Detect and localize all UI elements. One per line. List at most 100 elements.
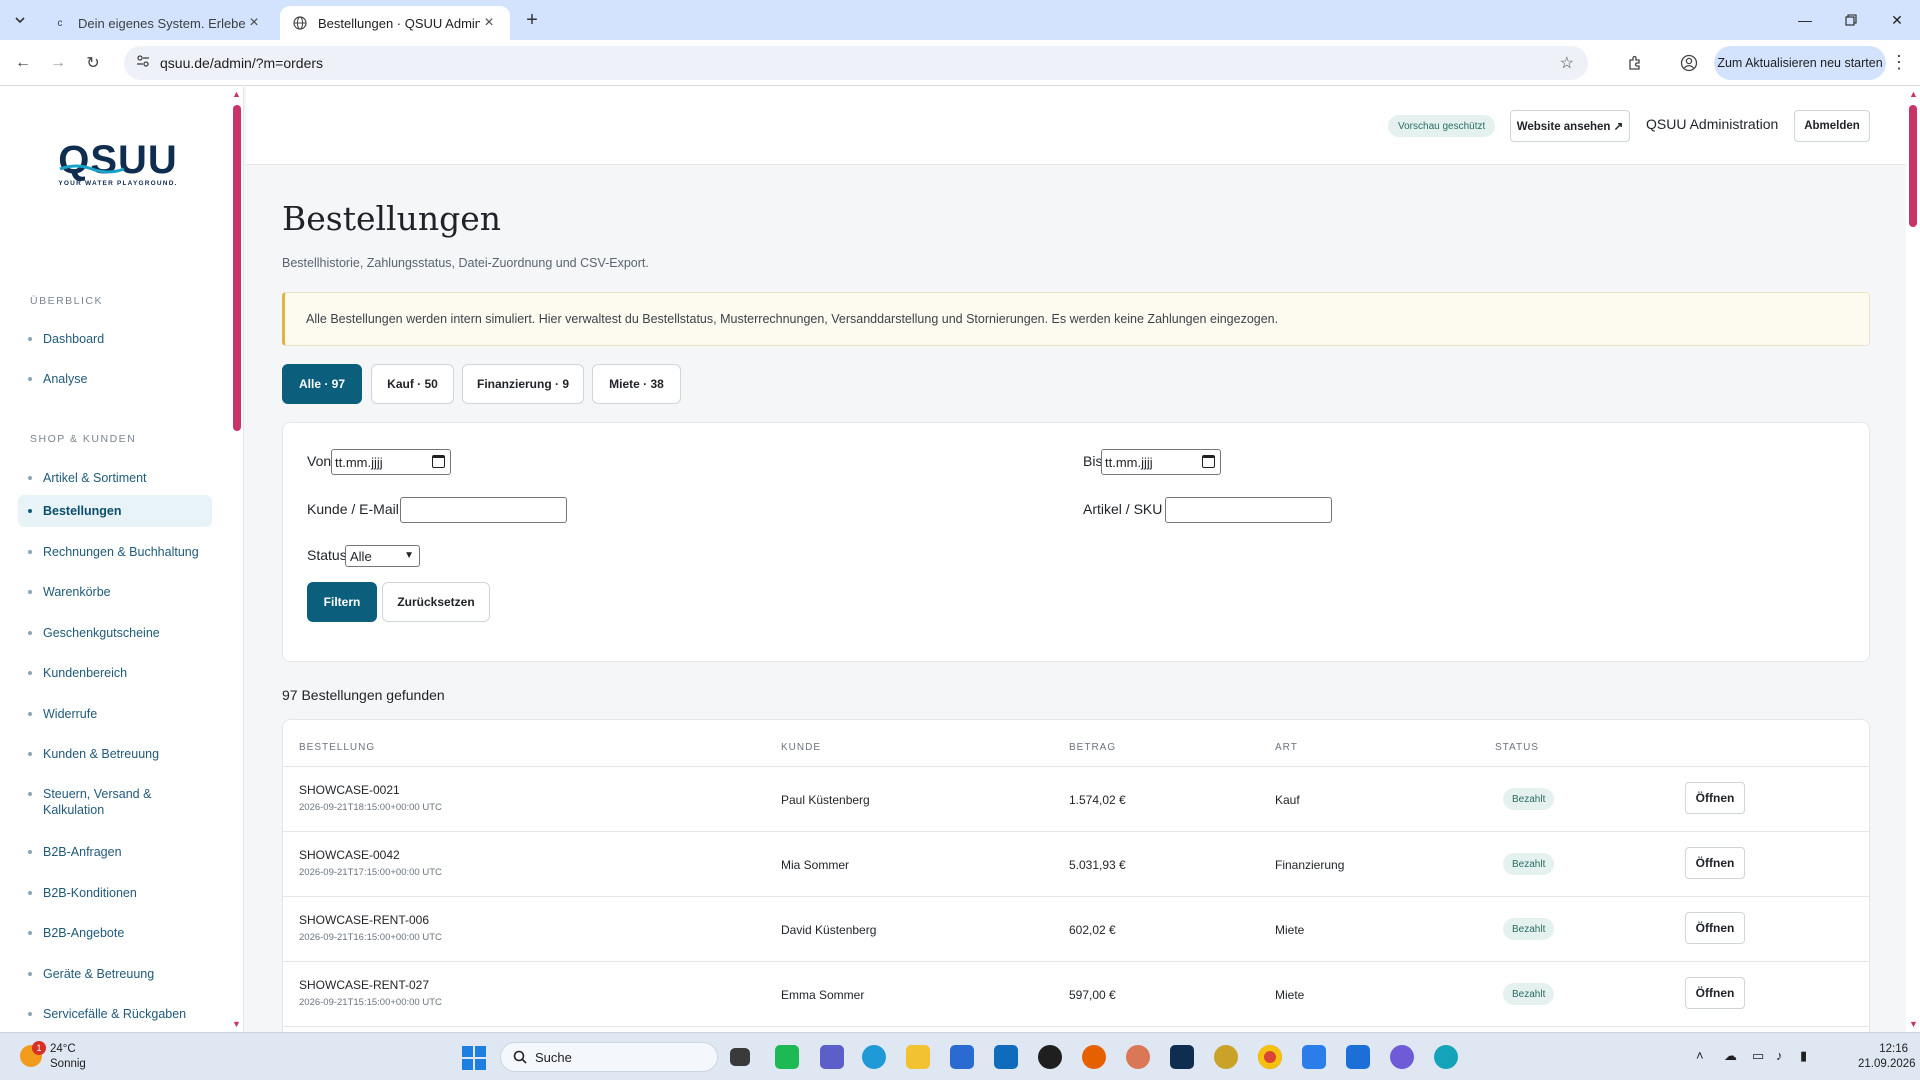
- notepad-icon[interactable]: [1302, 1045, 1326, 1069]
- back-arrow-icon[interactable]: ←: [10, 50, 36, 76]
- site-settings-icon[interactable]: [136, 54, 150, 73]
- firefox-icon[interactable]: [1082, 1045, 1106, 1069]
- order-type: Finanzierung: [1275, 858, 1345, 872]
- address-bar[interactable]: qsuu.de/admin/?m=orders ☆: [124, 46, 1588, 80]
- table-row[interactable]: SHOWCASE-RENT-006 2026-09-21T16:15:00+00…: [283, 897, 1869, 962]
- tab-miete[interactable]: Miete · 38: [592, 364, 681, 404]
- sidebar-item-dashboard[interactable]: Dashboard: [18, 323, 212, 355]
- update-restart-button[interactable]: Zum Aktualisieren neu starten: [1714, 46, 1886, 80]
- weather-temperature[interactable]: 24°C: [50, 1043, 76, 1055]
- dell-icon[interactable]: [1038, 1045, 1062, 1069]
- weather-description[interactable]: Sonnig: [50, 1058, 86, 1070]
- claude-icon[interactable]: [1126, 1045, 1150, 1069]
- status-select[interactable]: Alle ▼: [345, 545, 420, 567]
- close-icon[interactable]: ×: [245, 14, 263, 32]
- column-header-amount[interactable]: BETRAG: [1069, 742, 1116, 753]
- customer-email-input[interactable]: [400, 497, 567, 523]
- scroll-down-arrow[interactable]: ▼: [1909, 1019, 1918, 1029]
- page-scrollbar-track[interactable]: [1906, 87, 1920, 1032]
- sidebar-item-analyse[interactable]: Analyse: [18, 363, 212, 395]
- scroll-down-arrow[interactable]: ▼: [232, 1019, 241, 1029]
- taskbar-search[interactable]: Suche: [500, 1042, 718, 1072]
- onedrive-icon[interactable]: ☁: [1724, 1048, 1737, 1064]
- tray-chevron-icon[interactable]: ˄: [1696, 1048, 1704, 1063]
- store-icon[interactable]: [950, 1045, 974, 1069]
- page-scrollbar[interactable]: [1909, 105, 1917, 227]
- task-view-icon[interactable]: [730, 1048, 750, 1066]
- logout-button[interactable]: Abmelden: [1794, 110, 1870, 142]
- browser-tab-2[interactable]: Bestellungen · QSUU Admin ×: [280, 6, 510, 40]
- sidebar-scrollbar[interactable]: [233, 105, 241, 431]
- sidebar-item-kunden[interactable]: Kunden & Betreuung: [18, 738, 212, 770]
- column-header-order[interactable]: BESTELLUNG: [299, 742, 375, 753]
- app-teal-icon[interactable]: [1434, 1045, 1458, 1069]
- chrome-icon[interactable]: [1258, 1045, 1282, 1069]
- table-row[interactable]: SHOWCASE-0021 2026-09-21T18:15:00+00:00 …: [283, 767, 1869, 832]
- sidebar-item-b2b-anfragen[interactable]: B2B-Anfragen: [18, 836, 212, 868]
- browser-tab-1[interactable]: c Dein eigenes System. Erlebe, was ×: [40, 6, 275, 40]
- sidebar-item-bestellungen[interactable]: Bestellungen: [18, 495, 212, 527]
- open-order-button[interactable]: Öffnen: [1685, 912, 1745, 944]
- open-order-button[interactable]: Öffnen: [1685, 977, 1745, 1009]
- app-dark-icon[interactable]: [1170, 1045, 1194, 1069]
- view-website-button[interactable]: Website ansehen ↗: [1510, 110, 1630, 142]
- file-explorer-icon[interactable]: [906, 1045, 930, 1069]
- reset-button[interactable]: Zurücksetzen: [382, 582, 490, 622]
- sidebar-item-artikel[interactable]: Artikel & Sortiment: [18, 462, 212, 494]
- sidebar-item-servicefaelle[interactable]: Servicefälle & Rückgaben: [18, 998, 212, 1030]
- scroll-up-arrow[interactable]: ▲: [1909, 89, 1918, 99]
- sidebar-item-b2b-konditionen[interactable]: B2B-Konditionen: [18, 877, 212, 909]
- sidebar-item-gutscheine[interactable]: Geschenkgutscheine: [18, 617, 212, 649]
- sidebar-item-steuern[interactable]: Steuern, Versand & Kalkulation: [18, 778, 212, 826]
- extensions-icon[interactable]: [1622, 50, 1648, 76]
- column-header-customer[interactable]: KUNDE: [781, 742, 821, 753]
- sidebar-item-rechnungen[interactable]: Rechnungen & Buchhaltung: [18, 536, 212, 568]
- admin-page: QSUU YOUR WATER PLAYGROUND. ÜBERBLICK Da…: [0, 87, 1920, 1032]
- teams-icon[interactable]: [820, 1045, 844, 1069]
- column-header-type[interactable]: ART: [1275, 742, 1298, 753]
- reload-icon[interactable]: ↻: [80, 50, 106, 76]
- calendar-icon[interactable]: [432, 455, 445, 468]
- open-order-button[interactable]: Öffnen: [1685, 847, 1745, 879]
- tab-kauf[interactable]: Kauf · 50: [371, 364, 454, 404]
- minimize-icon[interactable]: —: [1782, 0, 1828, 40]
- battery-icon[interactable]: ▮: [1800, 1048, 1807, 1064]
- sidebar-item-geraete[interactable]: Geräte & Betreuung: [18, 958, 212, 990]
- tab-finanzierung[interactable]: Finanzierung · 9: [462, 364, 584, 404]
- display-icon[interactable]: ▭: [1752, 1048, 1764, 1064]
- more-menu-icon[interactable]: ⋮: [1890, 52, 1908, 73]
- to-date-input[interactable]: tt.mm.jjjj: [1101, 449, 1221, 475]
- sidebar-item-widerrufe[interactable]: Widerrufe: [18, 698, 212, 730]
- copilot-icon[interactable]: [1390, 1045, 1414, 1069]
- tab-search-button[interactable]: [8, 8, 32, 32]
- system-clock[interactable]: 12:16 21.09.2026: [1858, 1042, 1916, 1072]
- new-tab-button[interactable]: +: [520, 8, 544, 32]
- column-header-status[interactable]: STATUS: [1495, 742, 1539, 753]
- profile-icon[interactable]: [1676, 50, 1702, 76]
- calendar-icon[interactable]: [1202, 455, 1215, 468]
- table-row[interactable]: SHOWCASE-RENT-027 2026-09-21T15:15:00+00…: [283, 962, 1869, 1027]
- article-sku-input[interactable]: [1165, 497, 1332, 523]
- windows-start-icon[interactable]: [462, 1046, 486, 1070]
- qsuu-logo[interactable]: QSUU YOUR WATER PLAYGROUND.: [46, 138, 191, 189]
- outlook-icon[interactable]: [994, 1045, 1018, 1069]
- filter-button[interactable]: Filtern: [307, 582, 377, 622]
- table-row[interactable]: SHOWCASE-0042 2026-09-21T17:15:00+00:00 …: [283, 832, 1869, 897]
- edge-icon[interactable]: [862, 1045, 886, 1069]
- scroll-up-arrow[interactable]: ▲: [232, 89, 241, 99]
- close-window-icon[interactable]: ✕: [1874, 0, 1920, 40]
- open-order-button[interactable]: Öffnen: [1685, 782, 1745, 814]
- sidebar-item-b2b-angebote[interactable]: B2B-Angebote: [18, 917, 212, 949]
- close-icon[interactable]: ×: [480, 14, 498, 32]
- app-phone-icon[interactable]: [775, 1045, 799, 1069]
- tab-all[interactable]: Alle · 97: [282, 364, 362, 404]
- from-date-input[interactable]: tt.mm.jjjj: [331, 449, 451, 475]
- sidebar-item-kundenbereich[interactable]: Kundenbereich: [18, 657, 212, 689]
- app-gold-icon[interactable]: [1214, 1045, 1238, 1069]
- restore-icon[interactable]: [1828, 0, 1874, 40]
- volume-icon[interactable]: ♪: [1776, 1048, 1783, 1063]
- sidebar-item-warenkoerbe[interactable]: Warenkörbe: [18, 576, 212, 608]
- bookmark-star-icon[interactable]: ☆: [1560, 53, 1574, 73]
- app-blue-icon[interactable]: [1346, 1045, 1370, 1069]
- forward-arrow-icon[interactable]: →: [45, 50, 71, 76]
